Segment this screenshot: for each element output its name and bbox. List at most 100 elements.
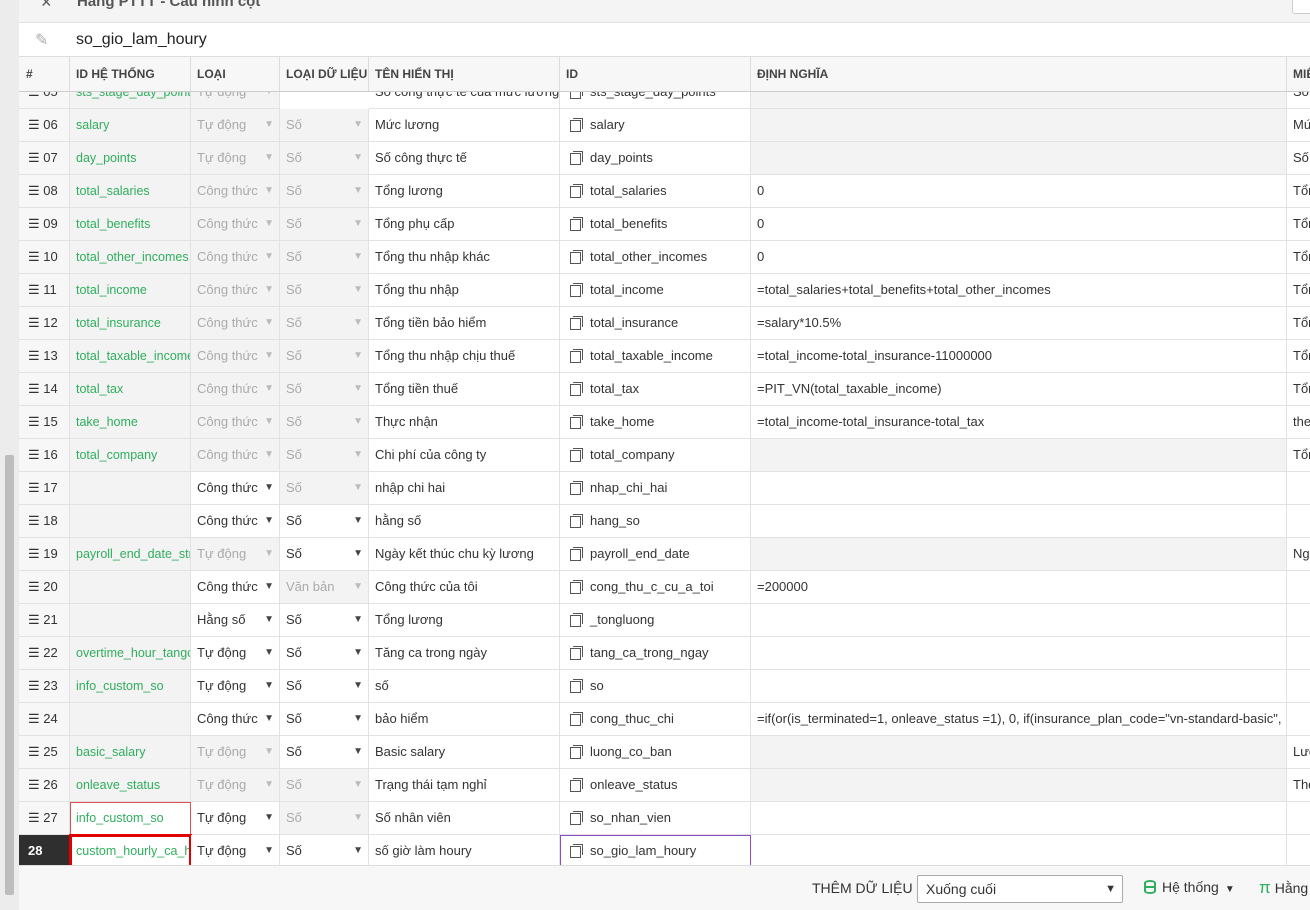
display-name-cell[interactable]: Tổng thu nhập chịu thuế xyxy=(369,340,560,373)
id-cell[interactable]: payroll_end_date xyxy=(560,538,751,571)
system-id-cell[interactable]: day_points xyxy=(70,142,191,175)
display-name-cell[interactable]: bảo hiểm xyxy=(369,703,560,736)
table-row[interactable]: ☰ 20 Công thức ▼ Số ▼ Công thức của tôi cong_t… xyxy=(19,571,1310,637)
system-id-cell[interactable]: total_other_incomes xyxy=(70,241,191,274)
display-name-cell[interactable]: Tăng ca trong ngày xyxy=(369,637,560,670)
table-row[interactable]: ☰ 23 info_custom_so Tự động ▼ Số ▼ số so xyxy=(19,670,1310,736)
system-id-cell[interactable]: salary xyxy=(70,109,191,142)
definition-cell[interactable] xyxy=(751,109,1287,142)
definition-cell[interactable]: =salary*10.5% xyxy=(751,307,1287,340)
copy-icon[interactable] xyxy=(570,151,583,165)
table-row[interactable]: ☰ 15 take_home Công thức ▼ Số ▼ Thực nhận take_… xyxy=(19,406,1310,472)
display-name-cell[interactable]: nhập chi hai xyxy=(369,472,560,505)
copy-icon[interactable] xyxy=(570,448,583,462)
display-name-cell[interactable]: Số nhân viên xyxy=(369,802,560,835)
display-name-cell[interactable]: Mức lương xyxy=(369,109,560,142)
system-id-cell[interactable] xyxy=(70,571,191,604)
row-number[interactable]: ☰ 26 xyxy=(19,769,70,802)
definition-cell[interactable] xyxy=(751,604,1287,637)
system-id-cell[interactable] xyxy=(70,505,191,538)
row-number[interactable]: ☰ 25 xyxy=(19,736,70,769)
position-select[interactable]: Xuống cuối ▼ xyxy=(917,875,1123,903)
display-name-cell[interactable]: Số công thực tế xyxy=(369,142,560,175)
table-row[interactable]: ☰ 18 Công thức ▼ Số ▼ hằng số hang_so xyxy=(19,505,1310,571)
system-id-cell[interactable]: total_tax xyxy=(70,373,191,406)
system-id-cell[interactable]: info_custom_so xyxy=(70,670,191,703)
system-id-cell[interactable]: onleave_status xyxy=(70,769,191,802)
id-cell[interactable]: total_taxable_income xyxy=(560,340,751,373)
table-row[interactable]: ☰ 16 total_company Công thức ▼ Số ▼ Chi phí củ… xyxy=(19,439,1310,505)
definition-cell[interactable] xyxy=(751,769,1287,802)
system-id-cell[interactable]: total_salaries xyxy=(70,175,191,208)
table-row[interactable]: ☰ 26 onleave_status Tự động ▼ Số ▼ Trạng thái … xyxy=(19,769,1310,835)
definition-cell[interactable]: =total_income-total_insurance-11000000 xyxy=(751,340,1287,373)
display-name-cell[interactable]: Số công thực tế của mức lương xyxy=(369,92,560,109)
type-select[interactable]: Công thức ▼ xyxy=(191,571,280,604)
table-row[interactable]: ☰ 24 Công thức ▼ Số ▼ bảo hiểm cong_thuc_chi =i… xyxy=(19,703,1310,769)
system-id-cell[interactable]: total_benefits xyxy=(70,208,191,241)
copy-icon[interactable] xyxy=(570,712,583,726)
definition-cell[interactable] xyxy=(751,92,1287,109)
system-id-cell[interactable]: total_company xyxy=(70,439,191,472)
id-cell[interactable]: take_home xyxy=(560,406,751,439)
display-name-cell[interactable]: Tổng thu nhập xyxy=(369,274,560,307)
display-name-cell[interactable]: số giờ làm houry xyxy=(369,835,560,865)
type-select[interactable]: Tự động ▼ xyxy=(191,835,280,865)
type-select[interactable]: Tự động ▼ xyxy=(191,637,280,670)
definition-cell[interactable] xyxy=(751,835,1287,865)
system-id-cell[interactable]: total_income xyxy=(70,274,191,307)
display-name-cell[interactable]: Tổng phụ cấp xyxy=(369,208,560,241)
definition-cell[interactable] xyxy=(751,736,1287,769)
definition-cell[interactable] xyxy=(751,802,1287,835)
id-cell[interactable]: total_income xyxy=(560,274,751,307)
type-select[interactable]: Hằng số ▼ xyxy=(191,604,280,637)
table-row[interactable]: ☰ 21 Hằng số ▼ Số ▼ Tổng lương _tongluong xyxy=(19,604,1310,670)
table-row[interactable]: ☰ 10 total_other_incomes Công thức ▼ Số ▼ Tổng… xyxy=(19,241,1310,307)
definition-cell[interactable]: 0 xyxy=(751,241,1287,274)
table-row[interactable]: ☰ 07 day_points Tự động ▼ Số ▼ Số công thực tế… xyxy=(19,142,1310,208)
id-cell[interactable]: total_tax xyxy=(560,373,751,406)
copy-icon[interactable] xyxy=(570,382,583,396)
row-number[interactable]: ☰ 05 xyxy=(19,92,70,109)
table-row[interactable]: ☰ 25 basic_salary Tự động ▼ Số ▼ Basic salary l… xyxy=(19,736,1310,802)
id-cell[interactable]: so_nhan_vien xyxy=(560,802,751,835)
system-id-cell[interactable]: overtime_hour_tangca xyxy=(70,637,191,670)
row-number[interactable]: ☰ 18 xyxy=(19,505,70,538)
table-row[interactable]: ☰ 12 total_insurance Công thức ▼ Số ▼ Tổng tiề… xyxy=(19,307,1310,373)
type-select[interactable]: Tự động ▼ xyxy=(191,670,280,703)
formula-bar-value[interactable]: so_gio_lam_houry xyxy=(76,31,207,49)
dialog-corner-button[interactable] xyxy=(1292,0,1310,14)
id-cell[interactable]: total_salaries xyxy=(560,175,751,208)
table-row[interactable]: ☰ 08 total_salaries Công thức ▼ Số ▼ Tổng lươn… xyxy=(19,175,1310,241)
system-id-cell[interactable] xyxy=(70,703,191,736)
table-row[interactable]: ☰ 06salaryTự động▼Số▼Mức lươngsalaryMứ xyxy=(19,109,1310,175)
row-number[interactable]: ☰ 24 xyxy=(19,703,70,736)
type-select[interactable]: Công thức ▼ xyxy=(191,505,280,538)
id-cell[interactable]: cong_thuc_chi xyxy=(560,703,751,736)
id-cell[interactable]: hang_so xyxy=(560,505,751,538)
system-id-cell[interactable]: take_home xyxy=(70,406,191,439)
copy-icon[interactable] xyxy=(570,217,583,231)
definition-cell[interactable] xyxy=(751,472,1287,505)
display-name-cell[interactable]: Tổng thu nhập khác xyxy=(369,241,560,274)
close-icon[interactable]: × xyxy=(41,0,52,13)
row-number[interactable]: ☰ 22 xyxy=(19,637,70,670)
id-cell[interactable]: sts_stage_day_points xyxy=(560,92,751,109)
display-name-cell[interactable]: Basic salary xyxy=(369,736,560,769)
copy-icon[interactable] xyxy=(570,811,583,825)
display-name-cell[interactable]: Trạng thái tạm nghỉ xyxy=(369,769,560,802)
copy-icon[interactable] xyxy=(570,646,583,660)
system-id-cell[interactable]: basic_salary xyxy=(70,736,191,769)
definition-cell[interactable]: 0 xyxy=(751,208,1287,241)
copy-icon[interactable] xyxy=(570,415,583,429)
id-cell[interactable]: luong_co_ban xyxy=(560,736,751,769)
id-cell[interactable]: _tongluong xyxy=(560,604,751,637)
copy-icon[interactable] xyxy=(570,316,583,330)
row-number[interactable]: ☰ 06 xyxy=(19,109,70,142)
display-name-cell[interactable]: Ngày kết thúc chu kỳ lương xyxy=(369,538,560,571)
definition-cell[interactable]: 0 xyxy=(751,175,1287,208)
definition-cell[interactable] xyxy=(751,637,1287,670)
id-cell[interactable]: tang_ca_trong_ngay xyxy=(560,637,751,670)
definition-cell[interactable]: =if(or(is_terminated=1, onleave_status =… xyxy=(751,703,1287,736)
definition-cell[interactable]: =total_income-total_insurance-total_tax xyxy=(751,406,1287,439)
